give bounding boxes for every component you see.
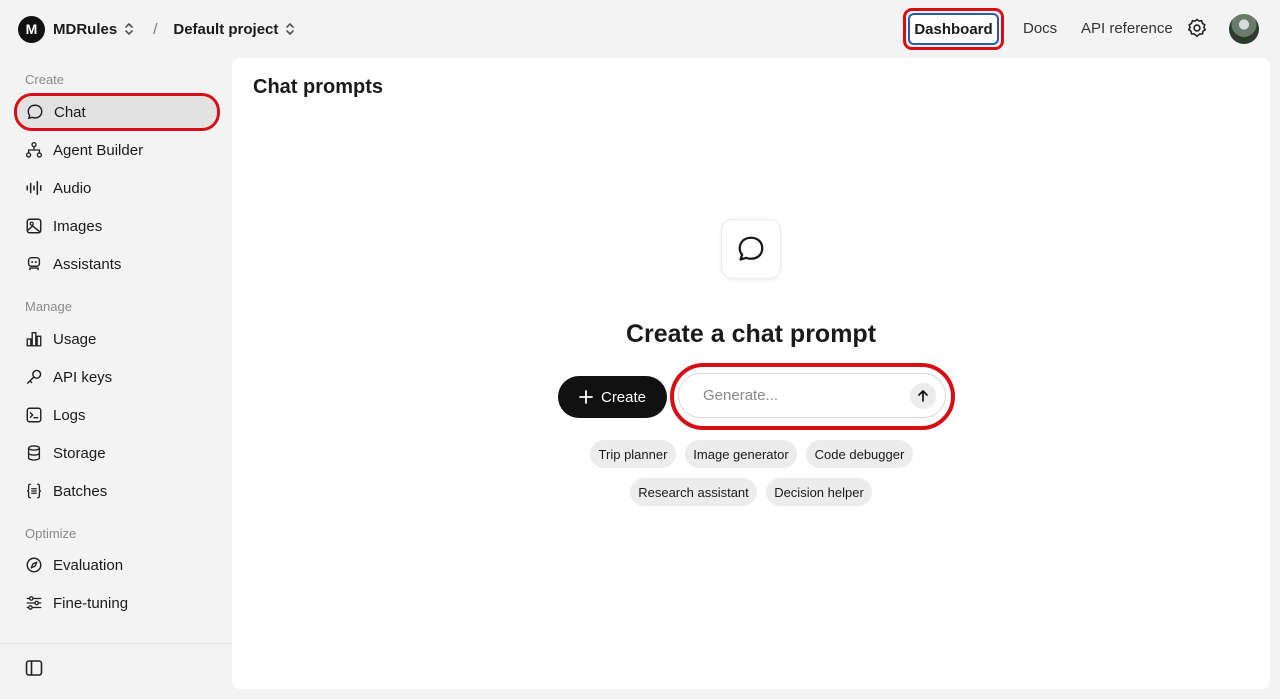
sidebar-item-label: Evaluation bbox=[53, 556, 124, 574]
create-button-label: Create bbox=[600, 388, 647, 406]
sidebar-item-label: Batches bbox=[53, 482, 108, 500]
gear-icon[interactable] bbox=[1186, 17, 1208, 39]
key-icon bbox=[24, 367, 44, 387]
create-button[interactable]: Create bbox=[558, 376, 667, 418]
sidebar-divider bbox=[0, 643, 232, 644]
dashboard-button[interactable]: Dashboard bbox=[908, 13, 999, 45]
arrow-up-icon bbox=[916, 389, 930, 403]
braces-icon bbox=[24, 481, 44, 501]
compass-icon bbox=[24, 555, 44, 575]
suggestion-chip[interactable]: Trip planner bbox=[590, 440, 676, 468]
project-name[interactable]: Default project bbox=[173, 21, 278, 38]
database-icon bbox=[24, 443, 44, 463]
sidebar-item-batches[interactable]: Batches bbox=[14, 472, 220, 510]
sidebar-item-images[interactable]: Images bbox=[14, 207, 220, 245]
sidebar-item-evaluation[interactable]: Evaluation bbox=[14, 546, 220, 584]
sidebar-item-label: Agent Builder bbox=[53, 141, 144, 159]
generate-input[interactable] bbox=[703, 374, 893, 417]
sidebar-item-label: Chat bbox=[54, 103, 86, 121]
sidebar-item-assistants[interactable]: Assistants bbox=[14, 245, 220, 283]
dashboard-highlight: Dashboard bbox=[903, 8, 1004, 50]
docs-link[interactable]: Docs bbox=[1015, 20, 1065, 37]
section-label-optimize: Optimize bbox=[25, 526, 77, 541]
sidebar-item-storage[interactable]: Storage bbox=[14, 434, 220, 472]
terminal-icon bbox=[24, 405, 44, 425]
image-icon bbox=[24, 216, 44, 236]
chat-bubble-icon bbox=[25, 102, 45, 122]
robot-icon bbox=[24, 254, 44, 274]
plus-icon bbox=[579, 390, 593, 404]
chevron-updown-icon[interactable] bbox=[123, 21, 135, 37]
suggestion-chip[interactable]: Image generator bbox=[685, 440, 797, 468]
sidebar-item-label: Images bbox=[53, 217, 103, 235]
user-avatar[interactable] bbox=[1229, 14, 1259, 44]
sidebar-item-fine-tuning[interactable]: Fine-tuning bbox=[14, 584, 220, 622]
suggestion-chip[interactable]: Research assistant bbox=[630, 478, 757, 506]
chevron-updown-icon[interactable] bbox=[284, 21, 296, 37]
main-panel: Chat prompts Create a chat prompt Create… bbox=[232, 58, 1270, 689]
org-avatar[interactable]: M bbox=[18, 15, 45, 43]
org-name[interactable]: MDRules bbox=[53, 21, 117, 38]
sidebar-item-label: Audio bbox=[53, 179, 92, 197]
breadcrumb-separator: / bbox=[153, 20, 158, 38]
sidebar: Create Chat Agent Builder Audio Images A… bbox=[0, 58, 232, 699]
api-reference-link[interactable]: API reference bbox=[1073, 20, 1181, 37]
sidebar-item-label: Assistants bbox=[53, 255, 122, 273]
sidebar-item-logs[interactable]: Logs bbox=[14, 396, 220, 434]
sidebar-item-agent-builder[interactable]: Agent Builder bbox=[14, 131, 220, 169]
audio-wave-icon bbox=[24, 178, 44, 198]
sliders-icon bbox=[24, 593, 44, 613]
sidebar-item-label: API keys bbox=[53, 368, 113, 386]
empty-state-title: Create a chat prompt bbox=[625, 320, 877, 348]
sidebar-item-chat[interactable]: Chat bbox=[14, 93, 220, 131]
sidebar-item-label: Logs bbox=[53, 406, 86, 424]
suggestion-chip[interactable]: Code debugger bbox=[806, 440, 913, 468]
generate-field[interactable] bbox=[678, 373, 946, 418]
section-label-manage: Manage bbox=[25, 299, 72, 314]
agent-builder-icon bbox=[24, 140, 44, 160]
sidebar-item-audio[interactable]: Audio bbox=[14, 169, 220, 207]
sidebar-item-usage[interactable]: Usage bbox=[14, 320, 220, 358]
sidebar-item-api-keys[interactable]: API keys bbox=[14, 358, 220, 396]
bar-chart-icon bbox=[24, 329, 44, 349]
sidebar-item-label: Storage bbox=[53, 444, 106, 462]
suggestion-chip[interactable]: Decision helper bbox=[766, 478, 872, 506]
sidebar-item-label: Fine-tuning bbox=[53, 594, 129, 612]
sidebar-item-label: Usage bbox=[53, 330, 97, 348]
chat-bubble-icon bbox=[721, 219, 781, 279]
send-button[interactable] bbox=[910, 383, 936, 409]
section-label-create: Create bbox=[25, 72, 65, 87]
page-title: Chat prompts bbox=[253, 76, 383, 98]
sidebar-toggle-icon[interactable] bbox=[24, 658, 44, 678]
